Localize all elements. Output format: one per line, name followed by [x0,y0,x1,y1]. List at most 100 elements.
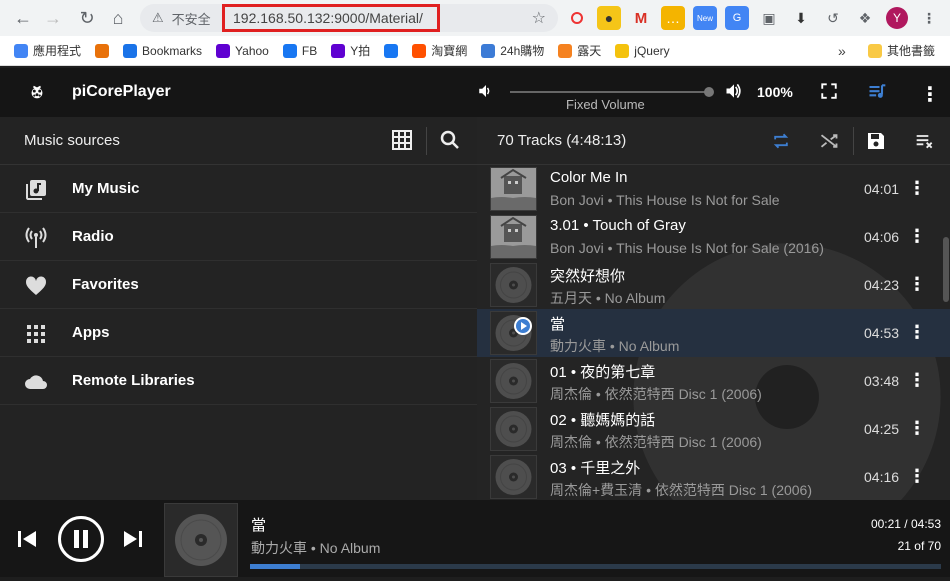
repeat-icon[interactable] [770,131,792,151]
volume-low-icon[interactable] [477,82,495,100]
bookmark-item[interactable] [95,43,110,58]
bookmark-item[interactable]: jQuery [615,43,670,58]
bookmark-item[interactable]: 露天 [558,42,601,59]
screenshot-extension-icon[interactable]: ▣ [757,6,781,30]
heart-icon [24,274,48,298]
address-bar[interactable]: ⚠ 不安全 192.168.50.132:9000/Material/ ☆ [140,4,558,32]
shield-extension-icon[interactable]: ● [597,6,621,30]
forward-icon[interactable]: → [38,3,68,33]
history-icon[interactable]: ↺ [821,6,845,30]
url-text[interactable]: 192.168.50.132:9000/Material/ [222,4,440,32]
track-subtitle: 周杰倫 • 依然范特西 Disc 1 (2006) [550,386,762,402]
clear-queue-icon[interactable] [914,131,936,151]
source-item-radio[interactable]: Radio [0,213,477,261]
chat-extension-icon[interactable]: … [661,6,685,30]
new-extension-icon[interactable]: New [693,6,717,30]
record-extension-icon[interactable] [565,6,589,30]
app-menu-icon[interactable]: ⋮ [920,82,940,107]
source-item-label: Remote Libraries [72,372,195,389]
disc-icon [490,311,537,355]
volume-mode-label: Fixed Volume [566,97,645,112]
queue-scrollbar[interactable] [943,237,949,302]
bookmark-item[interactable]: 淘寶網 [412,42,467,59]
music-sources-list: My Music Radio Favorites Apps Remote Librari… [0,165,477,405]
track-more-icon[interactable]: ⋮ [908,370,926,391]
bookmark-item[interactable]: Y拍 [331,42,370,59]
source-item-label: Favorites [72,276,139,293]
now-playing-artist: 動力火車 • No Album [251,540,381,556]
browse-header: Music sources [0,117,477,165]
bookmark-favicon-icon [615,43,630,58]
save-icon[interactable] [866,131,886,151]
download-icon[interactable]: ⬇ [789,6,813,30]
translate-icon[interactable]: G [725,6,749,30]
browser-menu-icon[interactable]: ⋮ [917,6,941,30]
source-item-label: Radio [72,228,114,245]
track-duration: 04:16 [864,469,900,485]
bookmark-label: 24h購物 [500,44,545,58]
track-more-icon[interactable]: ⋮ [908,178,926,199]
track-subtitle: 周杰倫 • 依然范特西 Disc 1 (2006) [550,434,762,450]
volume-high-icon[interactable] [724,81,744,101]
disc-icon [490,407,537,451]
track-subtitle: 動力火車 • No Album [550,338,680,354]
source-item-my-music[interactable]: My Music [0,165,477,213]
track-more-icon[interactable]: ⋮ [908,322,926,343]
queue-track-row[interactable]: 03 • 千里之外 周杰倫+費玉清 • 依然范特西 Disc 1 (2006) 04… [490,453,950,500]
queue-track-row[interactable]: 當動力火車 • No Album 04:53 ⋮ [477,309,950,357]
fullscreen-icon[interactable] [820,82,838,100]
bookmarks-overflow-icon[interactable]: » [838,43,846,59]
bookmark-item[interactable]: FB [282,43,317,58]
disc-icon [490,359,537,403]
queue-track-row[interactable]: 3.01 • Touch of Gray Bon Jovi • This Hous… [490,213,950,261]
reload-icon[interactable]: ↻ [72,3,102,33]
source-item-apps[interactable]: Apps [0,309,477,357]
queue-track-row[interactable]: 突然好想你 五月天 • No Album 04:23 ⋮ [490,261,950,309]
home-icon[interactable]: ⌂ [103,3,133,33]
bookmark-item[interactable]: Bookmarks [123,43,202,58]
pause-button[interactable] [58,516,104,562]
previous-track-icon[interactable] [16,528,38,550]
source-item-favorites[interactable]: Favorites [0,261,477,309]
library-music-icon [24,178,48,202]
playback-progress-bar[interactable] [250,564,941,569]
queue-position: 21 of 70 [897,539,941,553]
track-duration: 03:48 [864,373,900,389]
profile-avatar[interactable]: Y [885,6,909,30]
gmail-icon[interactable]: M [629,6,653,30]
volume-slider-handle[interactable] [704,87,714,97]
queue-track-row[interactable]: 01 • 夜的第七章周杰倫 • 依然范特西 Disc 1 (2006) 03:48… [490,357,950,405]
track-more-icon[interactable]: ⋮ [908,274,926,295]
queue-track-row[interactable]: 02 • 聽媽媽的話 周杰倫 • 依然范特西 Disc 1 (2006) 04:25… [490,405,950,453]
queue-track-row[interactable]: Color Me In Bon Jovi • This House Is Not … [490,165,950,213]
back-icon[interactable]: ← [8,3,38,33]
shuffle-icon[interactable] [818,131,840,151]
bookmark-item[interactable] [384,43,399,58]
disc-icon [175,514,227,566]
extensions-puzzle-icon[interactable]: ❖ [853,6,877,30]
now-playing-cover[interactable] [164,503,238,577]
cloud-icon [24,370,48,394]
queue-pane: 70 Tracks (4:48:13) Color Me In Bon Jovi … [477,117,950,500]
track-more-icon[interactable]: ⋮ [908,466,926,487]
source-item-remote-libraries[interactable]: Remote Libraries [0,357,477,405]
queue-header: 70 Tracks (4:48:13) [477,117,950,165]
bookmark-item[interactable]: 24h購物 [481,42,544,59]
search-icon[interactable] [440,130,460,150]
bookmark-star-icon[interactable]: ☆ [532,8,546,28]
pause-icon [74,530,88,548]
track-more-icon[interactable]: ⋮ [908,226,926,247]
bookmark-favicon-icon [412,43,427,58]
album-art [490,215,537,259]
other-bookmarks-folder[interactable]: 其他書籤 [868,42,935,59]
header-divider [853,127,854,155]
volume-slider[interactable] [510,91,708,93]
bookmark-item[interactable]: Yahoo [216,43,269,58]
queue-music-icon[interactable] [866,82,888,102]
track-title: 01 • 夜的第七章 [550,364,656,381]
next-track-icon[interactable] [122,528,144,550]
volume-percent: 100% [757,84,793,100]
track-more-icon[interactable]: ⋮ [908,418,926,439]
grid-view-icon[interactable] [392,130,412,150]
bookmark-item[interactable]: 應用程式 [14,42,81,59]
